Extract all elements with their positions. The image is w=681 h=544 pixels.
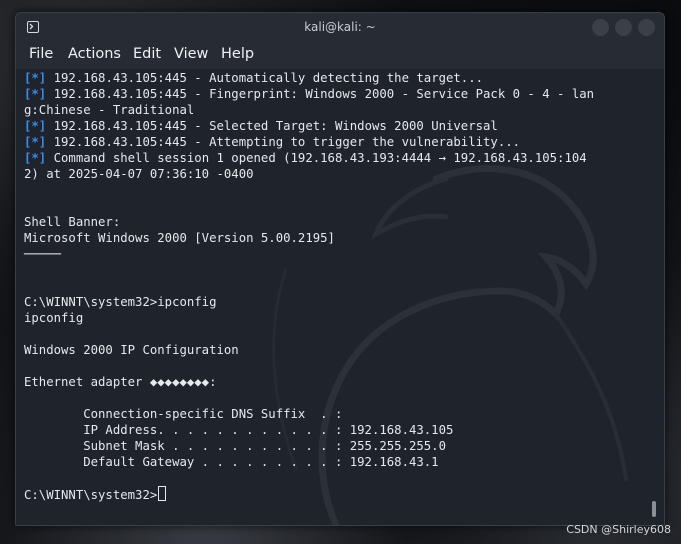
terminal-line-text: 2) at 2025-04-07 07:36:10 -0400 xyxy=(24,167,254,181)
menu-bar: File Actions Edit View Help xyxy=(16,43,664,69)
shell-prompt: C:\WINNT\system32> xyxy=(24,488,158,502)
status-tag: [*] xyxy=(24,151,47,165)
terminal-line: Connection-specific DNS Suffix . : xyxy=(24,406,652,422)
status-tag: [*] xyxy=(24,135,47,149)
terminal-line: [*] 192.168.43.105:445 - Automatically d… xyxy=(24,70,652,86)
terminal-line-text: IP Address. . . . . . . . . . . . : 192.… xyxy=(24,423,454,437)
minimize-icon[interactable] xyxy=(592,19,609,36)
terminal-line-text: C:\WINNT\system32>ipconfig xyxy=(24,295,217,309)
terminal-line: Ethernet adapter ◆◆◆◆◆◆◆◆: xyxy=(24,374,652,390)
terminal-line: C:\WINNT\system32>ipconfig xyxy=(24,294,652,310)
terminal-line: Subnet Mask . . . . . . . . . . . : 255.… xyxy=(24,438,652,454)
title-bar[interactable]: kali@kali: ~ xyxy=(16,13,664,43)
terminal-line-text: 192.168.43.105:445 - Selected Target: Wi… xyxy=(46,119,498,133)
terminal-line: Microsoft Windows 2000 [Version 5.00.219… xyxy=(24,230,652,246)
terminal-line-text: g:Chinese - Traditional xyxy=(24,103,195,117)
terminal-line-text: Subnet Mask . . . . . . . . . . . : 255.… xyxy=(24,439,446,453)
terminal-line: ───── xyxy=(24,246,652,262)
scrollbar-thumb[interactable] xyxy=(652,501,656,517)
terminal-line-text: 192.168.43.105:445 - Automatically detec… xyxy=(46,71,484,85)
menu-view[interactable]: View xyxy=(174,46,208,62)
terminal-line: 2) at 2025-04-07 07:36:10 -0400 xyxy=(24,166,652,182)
terminal-line-text: Connection-specific DNS Suffix . : xyxy=(24,407,343,421)
status-tag: [*] xyxy=(24,87,47,101)
window-title: kali@kali: ~ xyxy=(304,20,376,34)
status-tag: [*] xyxy=(24,71,47,85)
terminal-line: IP Address. . . . . . . . . . . . : 192.… xyxy=(24,422,652,438)
terminal-line-text: ipconfig xyxy=(24,311,84,325)
prompt-line[interactable]: C:\WINNT\system32> xyxy=(24,486,652,502)
terminal-line-text: Microsoft Windows 2000 [Version 5.00.219… xyxy=(24,231,335,245)
menu-edit[interactable]: Edit xyxy=(133,46,161,62)
terminal-line-text: Command shell session 1 opened (192.168.… xyxy=(46,151,587,165)
menu-help[interactable]: Help xyxy=(221,46,254,62)
terminal-line: g:Chinese - Traditional xyxy=(24,102,652,118)
menu-actions[interactable]: Actions xyxy=(68,46,121,62)
desktop-background: kali@kali: ~ File Actions Edit View Help… xyxy=(0,0,681,544)
terminal-window: kali@kali: ~ File Actions Edit View Help… xyxy=(15,12,665,526)
terminal-line-text: Shell Banner: xyxy=(24,215,121,229)
terminal-line-text: Ethernet adapter ◆◆◆◆◆◆◆◆: xyxy=(24,375,217,389)
csdn-watermark: CSDN @Shirley608 xyxy=(566,523,671,536)
terminal-line-text: Windows 2000 IP Configuration xyxy=(24,343,239,357)
terminal-line: [*] 192.168.43.105:445 - Selected Target… xyxy=(24,118,652,134)
terminal-line: Default Gateway . . . . . . . . . : 192.… xyxy=(24,454,652,470)
status-tag: [*] xyxy=(24,119,47,133)
terminal-output: [*] 192.168.43.105:445 - Automatically d… xyxy=(24,70,652,502)
terminal-line: Shell Banner: xyxy=(24,214,652,230)
terminal-line: [*] 192.168.43.105:445 - Fingerprint: Wi… xyxy=(24,86,652,102)
terminal-area[interactable]: [*] 192.168.43.105:445 - Automatically d… xyxy=(16,69,664,525)
maximize-icon[interactable] xyxy=(615,19,632,36)
terminal-line: Windows 2000 IP Configuration xyxy=(24,342,652,358)
terminal-line: ipconfig xyxy=(24,310,652,326)
terminal-line-text: 192.168.43.105:445 - Attempting to trigg… xyxy=(46,135,521,149)
close-icon[interactable] xyxy=(638,19,655,36)
terminal-line-text: ───── xyxy=(24,247,62,261)
menu-file[interactable]: File xyxy=(29,46,53,62)
text-cursor xyxy=(158,486,167,501)
terminal-line: [*] Command shell session 1 opened (192.… xyxy=(24,150,652,166)
terminal-line: [*] 192.168.43.105:445 - Attempting to t… xyxy=(24,134,652,150)
terminal-line-text: 192.168.43.105:445 - Fingerprint: Window… xyxy=(46,87,595,101)
terminal-line-text: Default Gateway . . . . . . . . . : 192.… xyxy=(24,455,439,469)
